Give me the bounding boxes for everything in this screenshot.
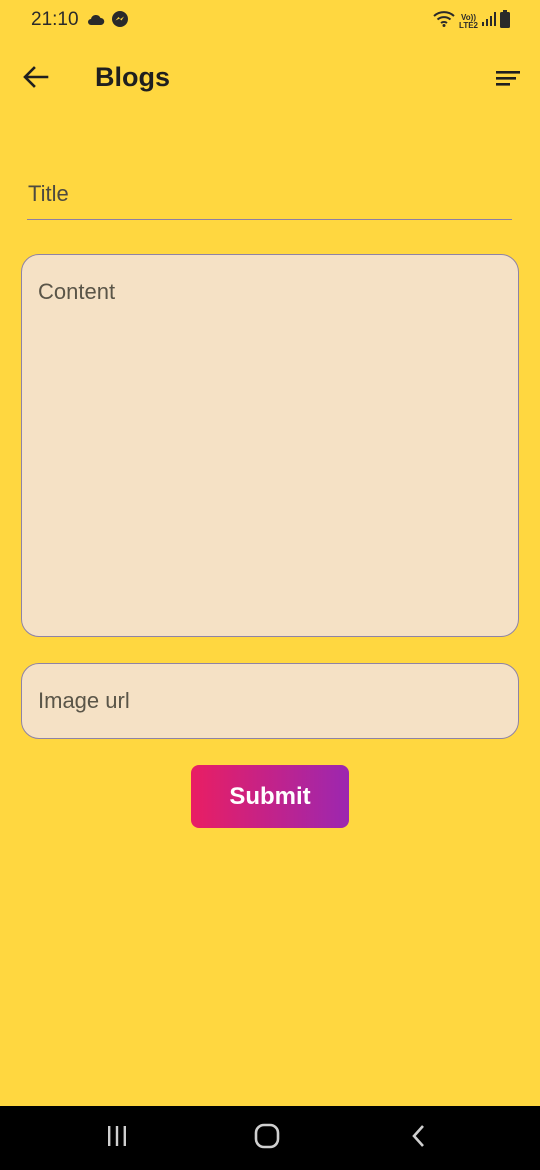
home-icon (254, 1123, 280, 1154)
sort-lines-icon (495, 68, 521, 93)
status-bar: 21:10 Vo)) LTE2 (0, 0, 540, 40)
recents-icon (105, 1125, 129, 1152)
content-textarea[interactable] (21, 254, 519, 637)
title-input[interactable] (27, 150, 512, 220)
messenger-icon (111, 10, 129, 33)
cloud-icon (87, 13, 105, 31)
status-time: 21:10 (31, 9, 79, 30)
sort-menu-button[interactable] (492, 64, 524, 96)
arrow-left-icon (23, 65, 49, 93)
image-url-input[interactable] (21, 663, 519, 739)
status-right-icons: Vo)) LTE2 (433, 10, 510, 33)
back-button[interactable] (20, 63, 52, 95)
system-navigation-bar (0, 1106, 540, 1170)
wifi-icon (433, 11, 455, 32)
volte-line2: LTE2 (459, 20, 478, 30)
signal-icon (482, 12, 496, 31)
page-title: Blogs (95, 62, 171, 92)
nav-back-button[interactable] (403, 1122, 435, 1154)
back-chevron-icon (410, 1124, 428, 1153)
home-button[interactable] (251, 1122, 283, 1154)
battery-icon (500, 10, 510, 33)
recents-button[interactable] (101, 1122, 133, 1154)
app-bar: Blogs (0, 50, 540, 106)
status-left-icons (87, 10, 129, 33)
volte-lte-icon: Vo)) LTE2 (459, 13, 478, 30)
submit-button[interactable]: Submit (191, 765, 349, 828)
